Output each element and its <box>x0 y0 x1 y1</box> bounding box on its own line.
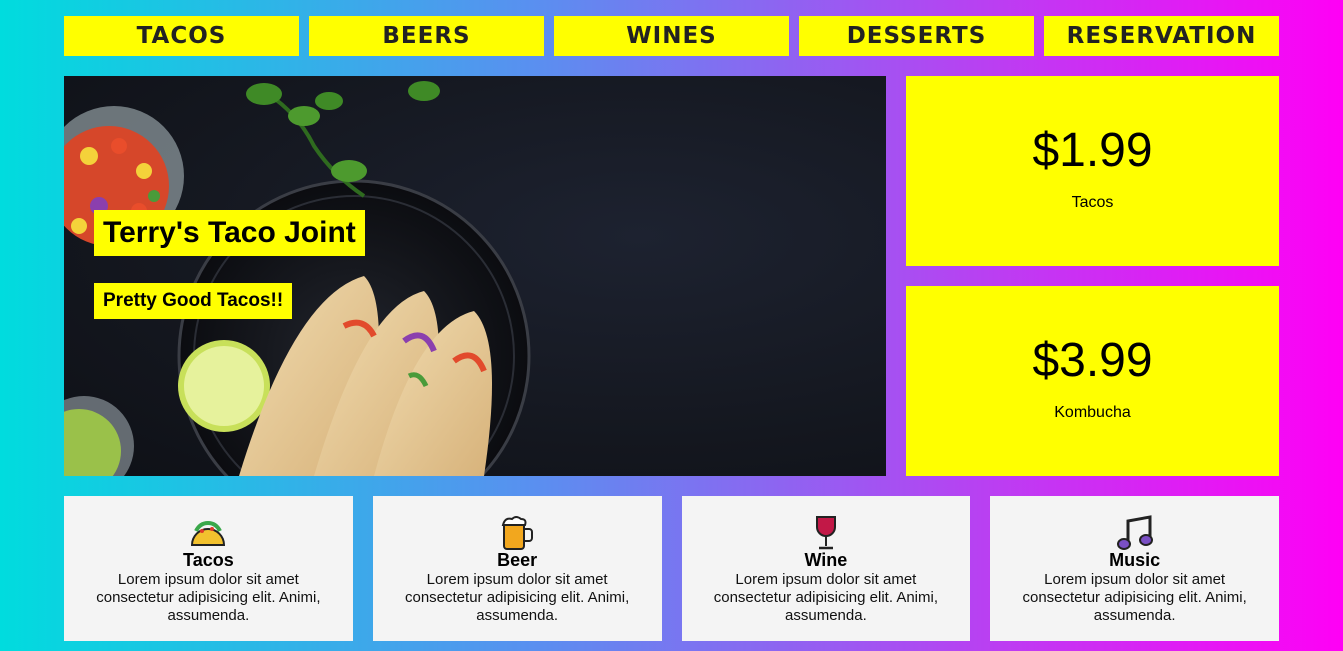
price-amount: $3.99 <box>1032 333 1153 387</box>
feature-title: Tacos <box>183 550 234 570</box>
taco-icon <box>189 514 227 552</box>
price-card-tacos: $1.99 Tacos <box>906 76 1279 266</box>
wine-glass-icon <box>807 514 845 552</box>
price-amount: $1.99 <box>1032 123 1153 177</box>
nav-wines[interactable]: WINES <box>554 16 789 56</box>
feature-text: Lorem ipsum dolor sit amet consectetur a… <box>713 571 939 624</box>
feature-title: Beer <box>497 550 538 570</box>
nav-tacos[interactable]: TACOS <box>64 16 299 56</box>
features-row: Tacos Lorem ipsum dolor sit amet consect… <box>64 496 1279 641</box>
price-label: Tacos <box>1071 193 1114 211</box>
hero-title: Terry's Taco Joint <box>94 210 365 256</box>
feature-card-tacos: Tacos Lorem ipsum dolor sit amet consect… <box>64 496 353 641</box>
price-card-kombucha: $3.99 Kombucha <box>906 286 1279 476</box>
feature-title: Music <box>1109 550 1161 570</box>
nav-desserts[interactable]: DESSERTS <box>799 16 1034 56</box>
price-label: Kombucha <box>1054 403 1131 421</box>
hero-tacos-image <box>64 81 531 476</box>
hero-subtitle: Pretty Good Tacos!! <box>94 283 293 319</box>
feature-text: Lorem ipsum dolor sit amet consectetur a… <box>96 571 321 624</box>
feature-title: Wine <box>804 550 848 570</box>
hero-banner: Terry's Taco Joint Pretty Good Tacos!! <box>64 76 886 476</box>
nav-beers[interactable]: BEERS <box>309 16 544 56</box>
feature-text: Lorem ipsum dolor sit amet consectetur a… <box>404 571 630 624</box>
feature-text: Lorem ipsum dolor sit amet consectetur a… <box>1022 571 1247 624</box>
nav-reservation[interactable]: RESERVATION <box>1044 16 1279 56</box>
music-note-icon <box>1116 514 1154 552</box>
main-nav: TACOS BEERS WINES DESSERTS RESERVATION <box>64 16 1279 56</box>
feature-card-wine: Wine Lorem ipsum dolor sit amet consecte… <box>681 496 971 641</box>
feature-card-beer: Beer Lorem ipsum dolor sit amet consecte… <box>372 496 662 641</box>
feature-card-music: Music Lorem ipsum dolor sit amet consect… <box>990 496 1279 641</box>
beer-mug-icon <box>498 514 536 552</box>
